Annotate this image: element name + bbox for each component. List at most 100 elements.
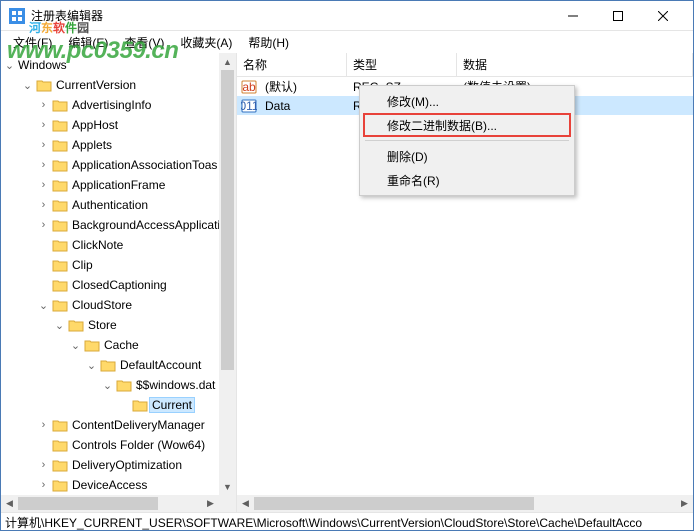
tree-item[interactable]: ›Applets [33,135,236,155]
value-name: Data [259,99,347,113]
folder-icon [116,379,132,392]
scrollbar-thumb[interactable] [18,497,158,510]
context-menu: 修改(M)... 修改二进制数据(B)... 删除(D) 重命名(R) [359,85,575,196]
folder-icon [52,199,68,212]
tree-item[interactable]: ›ClosedCaptioning [33,275,236,295]
status-bar: 计算机\HKEY_CURRENT_USER\SOFTWARE\Microsoft… [1,512,693,532]
expand-icon[interactable]: › [37,459,50,472]
collapse-icon[interactable]: ⌄ [69,339,82,352]
tree-store[interactable]: ⌄Store [49,315,236,335]
folder-icon [52,439,68,452]
collapse-icon[interactable]: ⌄ [101,379,114,392]
tree-windows-dat[interactable]: ⌄$$windows.dat [97,375,236,395]
tree-item[interactable]: ›ClickNote [33,235,236,255]
col-type[interactable]: 类型 [347,53,457,76]
tree-horizontal-scrollbar[interactable]: ◀ ▶ [1,495,219,512]
binary-value-icon: 011 [241,98,257,114]
collapse-icon[interactable]: ⌄ [3,59,16,72]
scroll-right-icon[interactable]: ▶ [676,495,693,512]
content: ⌄ Windows ⌄ CurrentVersion ›AdvertisingI… [1,53,693,512]
ctx-delete[interactable]: 删除(D) [363,144,571,168]
values-pane: 名称 类型 数据 ab (默认) REG_SZ (数值未设置) 011 Data… [237,53,693,512]
folder-icon [52,219,68,232]
menu-separator [365,140,569,141]
scrollbar-thumb[interactable] [221,70,234,370]
folder-icon [52,119,68,132]
tree-item[interactable]: ›ApplicationFrame [33,175,236,195]
collapse-icon[interactable]: ⌄ [37,299,50,312]
expand-icon[interactable]: › [37,179,50,192]
tree-cache[interactable]: ⌄Cache [65,335,236,355]
folder-icon [36,79,52,92]
folder-icon [100,359,116,372]
folder-icon [52,139,68,152]
folder-icon [132,399,148,412]
string-value-icon: ab [241,79,257,95]
tree-item[interactable]: ›AppHost [33,115,236,135]
scroll-left-icon[interactable]: ◀ [1,495,18,512]
app-icon [9,8,25,24]
col-name[interactable]: 名称 [237,53,347,76]
folder-icon [52,459,68,472]
scroll-left-icon[interactable]: ◀ [237,495,254,512]
tree-item[interactable]: ›BackgroundAccessApplicati [33,215,236,235]
scrollbar-thumb[interactable] [254,497,534,510]
col-data[interactable]: 数据 [457,53,693,76]
menubar: 文件(F) 编辑(E) 查看(V) 收藏夹(A) 帮助(H) [1,31,693,53]
tree-pane: ⌄ Windows ⌄ CurrentVersion ›AdvertisingI… [1,53,237,512]
ctx-rename[interactable]: 重命名(R) [363,168,571,192]
tree-currentversion[interactable]: ⌄ CurrentVersion [17,75,236,95]
expand-icon[interactable]: › [37,119,50,132]
scroll-corner [219,495,236,512]
ctx-modify[interactable]: 修改(M)... [363,89,571,113]
tree-item[interactable]: ›ApplicationAssociationToas [33,155,236,175]
menu-file[interactable]: 文件(F) [5,32,60,53]
tree-vertical-scrollbar[interactable]: ▲ ▼ [219,53,236,495]
svg-text:011: 011 [241,99,257,113]
folder-icon [84,339,100,352]
collapse-icon[interactable]: ⌄ [53,319,66,332]
menu-favorites[interactable]: 收藏夹(A) [172,32,240,53]
expand-icon[interactable]: › [37,479,50,492]
collapse-icon[interactable]: ⌄ [21,79,34,92]
tree-root-windows[interactable]: ⌄ Windows [1,55,236,75]
folder-icon [52,479,68,492]
close-button[interactable] [640,1,685,30]
folder-icon [52,179,68,192]
folder-icon [52,99,68,112]
scroll-up-icon[interactable]: ▲ [219,53,236,70]
menu-help[interactable]: 帮助(H) [240,32,297,53]
tree-default-account[interactable]: ⌄DefaultAccount [81,355,236,375]
folder-icon [52,259,68,272]
expand-icon[interactable]: › [37,219,50,232]
maximize-button[interactable] [595,1,640,30]
expand-icon[interactable]: › [37,199,50,212]
tree-cloudstore[interactable]: ⌄CloudStore [33,295,236,315]
ctx-modify-binary[interactable]: 修改二进制数据(B)... [363,113,571,137]
tree-item[interactable]: ›DeliveryOptimization [33,455,236,475]
tree-item[interactable]: ›AdvertisingInfo [33,95,236,115]
expand-icon[interactable]: › [37,99,50,112]
tree-item[interactable]: ›Clip [33,255,236,275]
tree-item[interactable]: ›ContentDeliveryManager [33,415,236,435]
list-horizontal-scrollbar[interactable]: ◀ ▶ [237,495,693,512]
menu-view[interactable]: 查看(V) [116,32,172,53]
collapse-icon[interactable]: ⌄ [85,359,98,372]
folder-icon [52,159,68,172]
minimize-button[interactable] [550,1,595,30]
folder-icon [52,419,68,432]
tree-item[interactable]: ›DeviceAccess [33,475,236,495]
expand-icon[interactable]: › [37,419,50,432]
expand-icon[interactable]: › [37,159,50,172]
tree-item[interactable]: ›Authentication [33,195,236,215]
titlebar: 注册表编辑器 [1,1,693,31]
expand-icon[interactable]: › [37,139,50,152]
menu-edit[interactable]: 编辑(E) [60,32,116,53]
tree-item[interactable]: ›Controls Folder (Wow64) [33,435,236,455]
folder-icon [68,319,84,332]
scroll-right-icon[interactable]: ▶ [202,495,219,512]
scroll-down-icon[interactable]: ▼ [219,478,236,495]
window-title: 注册表编辑器 [31,7,550,24]
tree-current[interactable]: ›Current [113,395,236,415]
svg-text:ab: ab [242,80,256,94]
